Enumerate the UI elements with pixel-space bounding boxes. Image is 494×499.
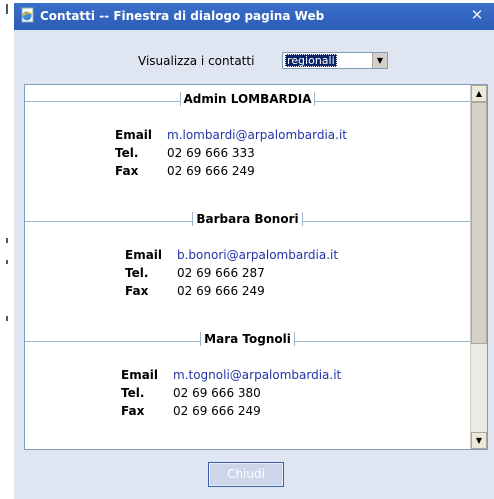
tel-value: 02 69 666 380 [173, 386, 261, 400]
email-row: Email m.lombardi@arpalombardia.it [115, 128, 347, 142]
contacts-content: Admin LOMBARDIA Email m.lombardi@arpalomb… [25, 85, 470, 449]
background-mark [6, 316, 8, 321]
email-link[interactable]: b.bonori@arpalombardia.it [177, 248, 338, 262]
fax-label: Fax [125, 284, 149, 298]
email-row: Email b.bonori@arpalombardia.it [125, 248, 338, 262]
email-link[interactable]: m.lombardi@arpalombardia.it [167, 128, 347, 142]
contact-name: Barbara Bonori [192, 212, 303, 226]
tel-label: Tel. [125, 266, 149, 280]
dialog-window: Contatti -- Finestra di dialogo pagina W… [14, 3, 494, 499]
email-label: Email [125, 248, 163, 262]
fax-row: Fax 02 69 666 249 [121, 404, 261, 418]
background-mark [6, 238, 8, 243]
scrollbar-thumb[interactable] [471, 102, 487, 344]
fax-value: 02 69 666 249 [177, 284, 265, 298]
email-label: Email [121, 368, 159, 382]
fax-value: 02 69 666 249 [167, 164, 255, 178]
contacts-filter-select[interactable]: regionali ▼ [282, 52, 388, 69]
fax-row: Fax 02 69 666 249 [125, 284, 265, 298]
filter-selected-value: regionali [285, 54, 337, 67]
contact-card: Barbara Bonori Email b.bonori@arpalombard… [25, 212, 470, 324]
title-bar[interactable]: Contatti -- Finestra di dialogo pagina W… [14, 3, 494, 30]
email-label: Email [115, 128, 153, 142]
scroll-up-icon[interactable]: ▲ [471, 85, 487, 102]
fax-label: Fax [121, 404, 145, 418]
email-row: Email m.tognoli@arpalombardia.it [121, 368, 341, 382]
contact-name: Mara Tognoli [200, 332, 295, 346]
fax-row: Fax 02 69 666 249 [115, 164, 255, 178]
fax-value: 02 69 666 249 [173, 404, 261, 418]
tel-value: 02 69 666 333 [167, 146, 255, 160]
fax-label: Fax [115, 164, 139, 178]
background-mark [6, 4, 8, 14]
tel-row: Tel. 02 69 666 333 [115, 146, 255, 160]
tel-row: Tel. 02 69 666 380 [121, 386, 261, 400]
contact-card: Mara Tognoli Email m.tognoli@arpalombardi… [25, 332, 470, 444]
filter-row: Visualizza i contatti regionali ▼ [14, 50, 494, 70]
contacts-list[interactable]: Admin LOMBARDIA Email m.lombardi@arpalomb… [24, 84, 488, 450]
background-mark [6, 260, 8, 264]
email-link[interactable]: m.tognoli@arpalombardia.it [173, 368, 341, 382]
tel-row: Tel. 02 69 666 287 [125, 266, 265, 280]
dropdown-arrow-icon[interactable]: ▼ [372, 53, 387, 68]
tel-label: Tel. [115, 146, 139, 160]
contact-name: Admin LOMBARDIA [179, 92, 316, 106]
tel-label: Tel. [121, 386, 145, 400]
filter-label: Visualizza i contatti [138, 54, 255, 68]
scroll-down-icon[interactable]: ▼ [471, 432, 487, 449]
tel-value: 02 69 666 287 [177, 266, 265, 280]
window-title: Contatti -- Finestra di dialogo pagina W… [40, 9, 325, 23]
contact-card: Admin LOMBARDIA Email m.lombardi@arpalomb… [25, 92, 470, 204]
ie-page-icon [21, 7, 34, 23]
close-icon[interactable]: ✕ [468, 6, 486, 24]
vertical-scrollbar[interactable]: ▲ ▼ [470, 85, 487, 449]
close-button[interactable]: Chiudi [208, 462, 284, 487]
